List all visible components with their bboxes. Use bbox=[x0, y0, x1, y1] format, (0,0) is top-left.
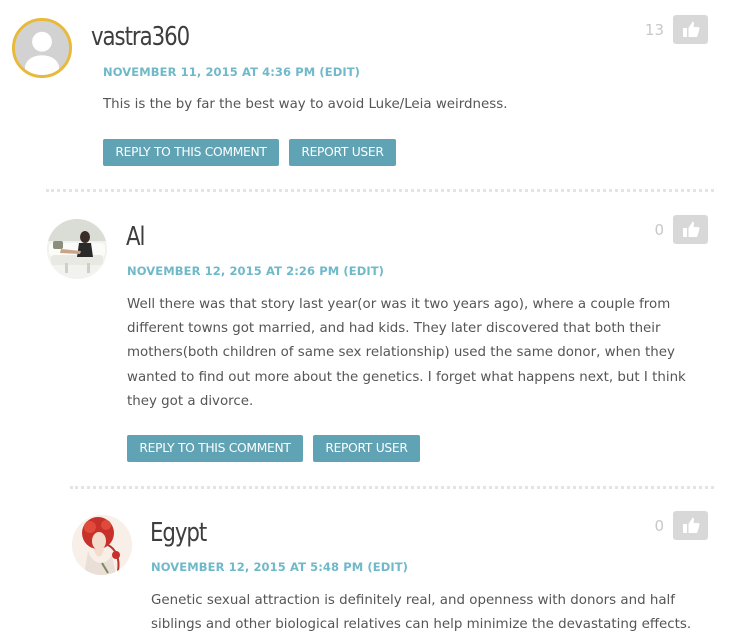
comment-divider bbox=[70, 486, 714, 489]
thumbs-up-icon bbox=[683, 21, 700, 37]
comment-author: Egypt bbox=[150, 518, 207, 548]
default-user-icon bbox=[15, 21, 69, 75]
report-user-button[interactable]: REPORT USER bbox=[289, 139, 396, 166]
edit-link[interactable]: (EDIT) bbox=[319, 65, 360, 79]
avatar bbox=[12, 18, 72, 78]
avatar bbox=[47, 219, 107, 279]
comment-text-line: different towns got married, and had kid… bbox=[127, 321, 661, 337]
avatar bbox=[72, 515, 132, 575]
comment-text-line: wanted to find out more about the geneti… bbox=[127, 369, 686, 385]
comment-text-line: Genetic sexual attraction is definitely … bbox=[151, 593, 675, 608]
reply-button[interactable]: REPLY TO THIS COMMENT bbox=[103, 139, 279, 166]
comment-date-link[interactable]: NOVEMBER 12, 2015 AT 2:26 PM bbox=[127, 264, 339, 278]
comment-text-line: Well there was that story last year(or w… bbox=[127, 297, 671, 312]
comment-date-link[interactable]: NOVEMBER 11, 2015 AT 4:36 PM bbox=[103, 65, 315, 79]
comment-date: NOVEMBER 12, 2015 AT 2:26 PM (EDIT) bbox=[127, 264, 384, 278]
report-user-button[interactable]: REPORT USER bbox=[313, 435, 420, 462]
comment-date: NOVEMBER 12, 2015 AT 5:48 PM (EDIT) bbox=[151, 560, 408, 574]
comment-date-link[interactable]: NOVEMBER 12, 2015 AT 5:48 PM bbox=[151, 560, 363, 574]
like-count: 13 bbox=[644, 21, 664, 39]
comment-divider bbox=[46, 189, 714, 192]
comment-text-line: siblings and other biological relatives … bbox=[151, 617, 692, 633]
like-button[interactable] bbox=[673, 511, 708, 540]
edit-link[interactable]: (EDIT) bbox=[367, 560, 408, 574]
comment-date: NOVEMBER 11, 2015 AT 4:36 PM (EDIT) bbox=[103, 65, 360, 79]
like-count: 0 bbox=[654, 517, 664, 535]
comment-text: Genetic sexual attraction is definitely … bbox=[151, 589, 691, 637]
comment-text: Well there was that story last year(or w… bbox=[127, 293, 686, 414]
comment-text-line: mothers(both children of same sex relati… bbox=[127, 345, 675, 361]
reply-button[interactable]: REPLY TO THIS COMMENT bbox=[127, 435, 303, 462]
thumbs-up-icon bbox=[683, 517, 700, 533]
like-button[interactable] bbox=[673, 215, 708, 244]
like-button[interactable] bbox=[673, 15, 708, 44]
like-count: 0 bbox=[654, 221, 664, 239]
comment-author: Al bbox=[126, 222, 145, 252]
photo-avatar bbox=[47, 219, 107, 279]
comment-text-line: they got a divorce. bbox=[127, 393, 254, 409]
comment-text: This is the by far the best way to avoid… bbox=[103, 97, 508, 112]
thumbs-up-icon bbox=[683, 221, 700, 237]
illustration-avatar bbox=[72, 515, 132, 575]
edit-link[interactable]: (EDIT) bbox=[343, 264, 384, 278]
comment-author: vastra360 bbox=[91, 22, 190, 52]
